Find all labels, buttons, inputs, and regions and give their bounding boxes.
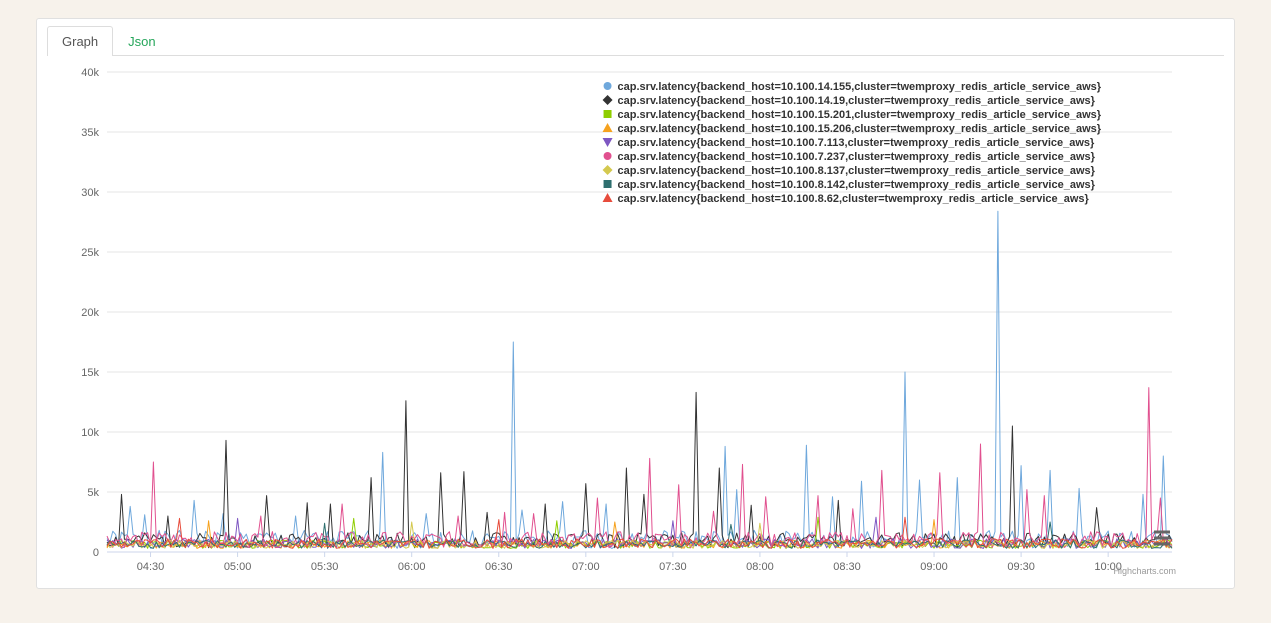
legend-label: cap.srv.latency{backend_host=10.100.8.62… bbox=[618, 193, 1090, 205]
y-tick-label: 30k bbox=[81, 187, 99, 199]
legend-item[interactable]: cap.srv.latency{backend_host=10.100.8.62… bbox=[603, 193, 1090, 205]
x-tick-label: 07:00 bbox=[572, 561, 600, 573]
y-tick-label: 5k bbox=[87, 487, 99, 499]
legend-label: cap.srv.latency{backend_host=10.100.7.23… bbox=[618, 151, 1096, 163]
x-tick-label: 05:00 bbox=[224, 561, 252, 573]
tab-graph[interactable]: Graph bbox=[47, 26, 113, 56]
tab-json[interactable]: Json bbox=[113, 26, 170, 56]
y-tick-label: 15k bbox=[81, 367, 99, 379]
legend-item[interactable]: cap.srv.latency{backend_host=10.100.14.1… bbox=[604, 81, 1102, 93]
y-tick-label: 10k bbox=[81, 427, 99, 439]
y-tick-label: 0 bbox=[93, 547, 99, 559]
chart-credits[interactable]: Highcharts.com bbox=[1113, 566, 1176, 576]
x-tick-label: 06:30 bbox=[485, 561, 513, 573]
series-group bbox=[107, 211, 1172, 548]
view-tabs: Graph Json bbox=[47, 25, 1224, 56]
x-tick-label: 09:30 bbox=[1007, 561, 1035, 573]
latency-chart[interactable]: 0 5k 10k 15k 20k 25k 30k 35k 40k 04:30 05:00 05:30 0… bbox=[47, 62, 1224, 582]
legend-label: cap.srv.latency{backend_host=10.100.8.13… bbox=[618, 165, 1096, 177]
legend-item[interactable]: cap.srv.latency{backend_host=10.100.8.14… bbox=[604, 179, 1096, 191]
y-tick-label: 40k bbox=[81, 67, 99, 79]
legend-item[interactable]: cap.srv.latency{backend_host=10.100.15.2… bbox=[604, 109, 1102, 121]
legend-item[interactable]: cap.srv.latency{backend_host=10.100.7.11… bbox=[603, 137, 1095, 149]
legend-label: cap.srv.latency{backend_host=10.100.7.11… bbox=[618, 137, 1095, 149]
x-tick-label: 08:30 bbox=[833, 561, 861, 573]
legend-item[interactable]: cap.srv.latency{backend_host=10.100.7.23… bbox=[604, 151, 1096, 163]
x-tick-label: 06:00 bbox=[398, 561, 426, 573]
x-tick-label: 04:30 bbox=[137, 561, 165, 573]
legend-item[interactable]: cap.srv.latency{backend_host=10.100.14.1… bbox=[603, 95, 1096, 107]
chart-panel: Graph Json 0 5k 10k 15k 20k 25k 30k 35k 40k 04:30… bbox=[36, 18, 1235, 589]
x-tick-label: 05:30 bbox=[311, 561, 339, 573]
legend-item[interactable]: cap.srv.latency{backend_host=10.100.8.13… bbox=[603, 165, 1096, 177]
x-tick-label: 07:30 bbox=[659, 561, 687, 573]
y-tick-label: 35k bbox=[81, 127, 99, 139]
x-tick-label: 09:00 bbox=[920, 561, 948, 573]
x-tick-label: 08:00 bbox=[746, 561, 774, 573]
series-line[interactable] bbox=[107, 388, 1172, 548]
legend-label: cap.srv.latency{backend_host=10.100.8.14… bbox=[618, 179, 1096, 191]
series-line[interactable] bbox=[107, 392, 1172, 547]
legend-label: cap.srv.latency{backend_host=10.100.14.1… bbox=[618, 95, 1096, 107]
legend-label: cap.srv.latency{backend_host=10.100.14.1… bbox=[618, 81, 1102, 93]
legend-item[interactable]: cap.srv.latency{backend_host=10.100.15.2… bbox=[603, 123, 1102, 135]
y-tick-label: 20k bbox=[81, 307, 99, 319]
legend-label: cap.srv.latency{backend_host=10.100.15.2… bbox=[618, 109, 1102, 121]
y-tick-label: 25k bbox=[81, 247, 99, 259]
legend[interactable]: cap.srv.latency{backend_host=10.100.14.1… bbox=[603, 81, 1102, 205]
legend-label: cap.srv.latency{backend_host=10.100.15.2… bbox=[618, 123, 1102, 135]
